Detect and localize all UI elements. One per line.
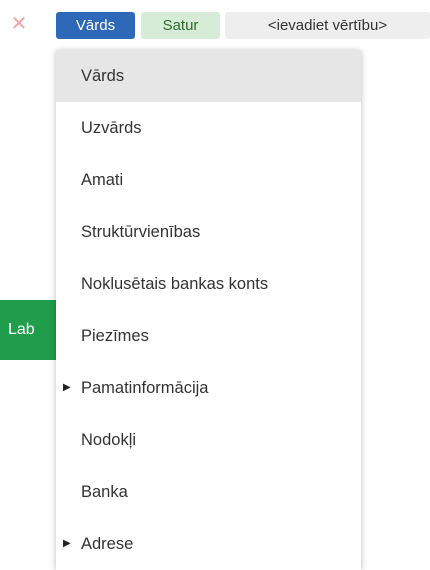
menu-item-label: Pamatinformācija	[81, 379, 209, 397]
caret-right-icon[interactable]: ▶	[63, 518, 71, 570]
menu-item-adrese[interactable]: ▶ Adrese	[56, 518, 361, 570]
menu-item-label: Noklusētais bankas konts	[81, 275, 269, 293]
menu-item-label: Nodokļi	[81, 431, 137, 449]
menu-item-pamatinformacija[interactable]: ▶ Pamatinformācija	[56, 362, 361, 414]
menu-item-label: Vārds	[81, 67, 125, 85]
menu-item-strukturvienibas[interactable]: Struktūrvienības	[56, 206, 361, 258]
menu-item-piezimes[interactable]: Piezīmes	[56, 310, 361, 362]
menu-item-label: Piezīmes	[81, 327, 149, 345]
menu-item-vards[interactable]: Vārds	[56, 50, 361, 102]
field-chip[interactable]: Vārds	[56, 12, 135, 39]
menu-item-label: Struktūrvienības	[81, 223, 201, 241]
menu-item-noklusetais-bankas-konts[interactable]: Noklusētais bankas konts	[56, 258, 361, 310]
caret-right-icon[interactable]: ▶	[63, 362, 71, 414]
menu-item-label: Uzvārds	[81, 119, 142, 137]
menu-item-amati[interactable]: Amati	[56, 154, 361, 206]
field-dropdown-menu: Vārds Uzvārds Amati Struktūrvienības Nok…	[56, 50, 361, 570]
menu-item-banka[interactable]: Banka	[56, 466, 361, 518]
operator-chip[interactable]: Satur	[141, 12, 220, 39]
menu-item-label: Adrese	[81, 535, 134, 553]
value-chip[interactable]: <ievadiet vērtību>	[225, 12, 430, 39]
remove-filter-close-icon[interactable]: ✕	[10, 14, 28, 34]
menu-item-nodokli[interactable]: Nodokļi	[56, 414, 361, 466]
menu-item-label: Amati	[81, 171, 124, 189]
menu-item-label: Banka	[81, 483, 128, 501]
menu-item-uzvards[interactable]: Uzvārds	[56, 102, 361, 154]
side-action-button[interactable]: Lab	[0, 300, 58, 360]
